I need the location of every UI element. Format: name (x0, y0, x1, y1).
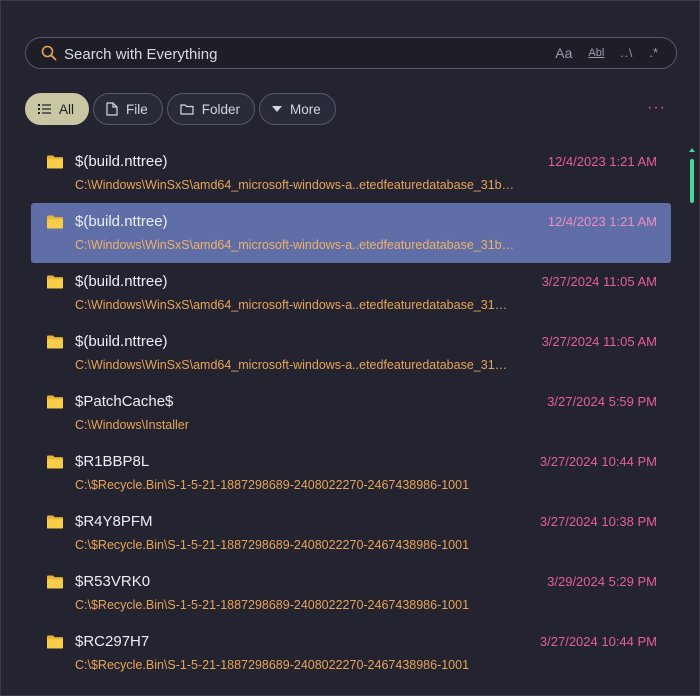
result-row[interactable]: $RC297H7 C:\$Recycle.Bin\S-1-5-21-188729… (31, 623, 671, 683)
search-input[interactable] (64, 44, 504, 64)
result-name: $(build.nttree) (75, 153, 168, 170)
search-box[interactable]: Aa Abl ..\ .* (25, 37, 677, 69)
more-menu-button[interactable]: ··· (647, 99, 666, 117)
folder-icon (47, 155, 63, 169)
filter-all-button[interactable]: All (25, 93, 90, 125)
result-name: $RC297H7 (75, 633, 150, 650)
result-path: C:\$Recycle.Bin\S-1-5-21-1887298689-2408… (75, 538, 470, 552)
result-date: 3/27/2024 10:44 PM (539, 634, 657, 649)
result-date: 3/29/2024 5:29 PM (547, 574, 657, 589)
result-name: $(build.nttree) (75, 213, 168, 230)
result-name: $PatchCache$ (75, 393, 174, 410)
search-options: Aa Abl ..\ .* (555, 45, 658, 61)
result-name: $(build.nttree) (75, 273, 168, 290)
search-icon (41, 45, 57, 61)
filter-bar: All File Folder More (25, 93, 336, 125)
result-row[interactable]: $R1BBP8L C:\$Recycle.Bin\S-1-5-21-188729… (31, 443, 671, 503)
result-date: 3/27/2024 11:05 AM (541, 274, 657, 289)
folder-icon (47, 275, 63, 289)
result-row[interactable]: $(build.nttree) C:\Windows\WinSxS\amd64_… (31, 323, 671, 383)
result-date: 3/27/2024 11:05 AM (541, 334, 657, 349)
everything-search-window: Aa Abl ..\ .* All File (0, 0, 700, 696)
result-date: 3/27/2024 10:44 PM (539, 454, 657, 469)
regex-toggle[interactable]: .* (649, 45, 658, 61)
result-row[interactable]: $R4Y8PFM C:\$Recycle.Bin\S-1-5-21-188729… (31, 503, 671, 563)
folder-icon (47, 575, 63, 589)
folder-icon (47, 335, 63, 349)
results-list: $(build.nttree) C:\Windows\WinSxS\amd64_… (31, 143, 671, 683)
result-row[interactable]: $(build.nttree) C:\Windows\WinSxS\amd64_… (31, 143, 671, 203)
result-date: 12/4/2023 1:21 AM (547, 214, 657, 229)
result-path: C:\$Recycle.Bin\S-1-5-21-1887298689-2408… (75, 658, 470, 672)
result-name: $R53VRK0 (75, 573, 151, 590)
result-row[interactable]: $(build.nttree) C:\Windows\WinSxS\amd64_… (31, 203, 671, 263)
folder-icon (47, 515, 63, 529)
scroll-thumb[interactable] (690, 159, 694, 203)
result-path: C:\Windows\WinSxS\amd64_microsoft-window… (75, 178, 515, 192)
filter-folder-label: Folder (201, 101, 241, 117)
scrollbar[interactable] (689, 147, 695, 681)
result-row[interactable]: $PatchCache$ C:\Windows\Installer 3/27/2… (31, 383, 671, 443)
folder-icon (47, 395, 63, 409)
scroll-up-arrow-icon[interactable] (689, 147, 695, 153)
filter-file-label: File (126, 101, 148, 117)
folder-icon (47, 215, 63, 229)
list-icon (38, 104, 51, 114)
folder-outline-icon (180, 104, 194, 115)
whole-word-toggle[interactable]: Abl (588, 45, 604, 61)
result-path: C:\Windows\Installer (75, 418, 189, 432)
result-path: C:\$Recycle.Bin\S-1-5-21-1887298689-2408… (75, 598, 470, 612)
result-path: C:\$Recycle.Bin\S-1-5-21-1887298689-2408… (75, 478, 470, 492)
match-path-toggle[interactable]: ..\ (620, 45, 633, 61)
file-icon (106, 102, 118, 116)
result-row[interactable]: $R53VRK0 C:\$Recycle.Bin\S-1-5-21-188729… (31, 563, 671, 623)
folder-icon (47, 635, 63, 649)
folder-icon (47, 455, 63, 469)
result-name: $(build.nttree) (75, 333, 168, 350)
caret-down-icon (272, 106, 283, 112)
result-path: C:\Windows\WinSxS\amd64_microsoft-window… (75, 238, 515, 252)
result-date: 12/4/2023 1:21 AM (547, 154, 657, 169)
result-name: $R1BBP8L (75, 453, 150, 470)
result-path: C:\Windows\WinSxS\amd64_microsoft-window… (75, 358, 508, 372)
filter-all-label: All (59, 101, 75, 117)
filter-file-button[interactable]: File (93, 93, 163, 125)
result-date: 3/27/2024 5:59 PM (547, 394, 657, 409)
result-path: C:\Windows\WinSxS\amd64_microsoft-window… (75, 298, 508, 312)
filter-folder-button[interactable]: Folder (166, 93, 256, 125)
match-case-toggle[interactable]: Aa (555, 45, 572, 61)
filter-more-label: More (290, 101, 321, 117)
result-name: $R4Y8PFM (75, 513, 153, 530)
result-row[interactable]: $(build.nttree) C:\Windows\WinSxS\amd64_… (31, 263, 671, 323)
result-date: 3/27/2024 10:38 PM (539, 514, 657, 529)
filter-more-button[interactable]: More (259, 93, 336, 125)
